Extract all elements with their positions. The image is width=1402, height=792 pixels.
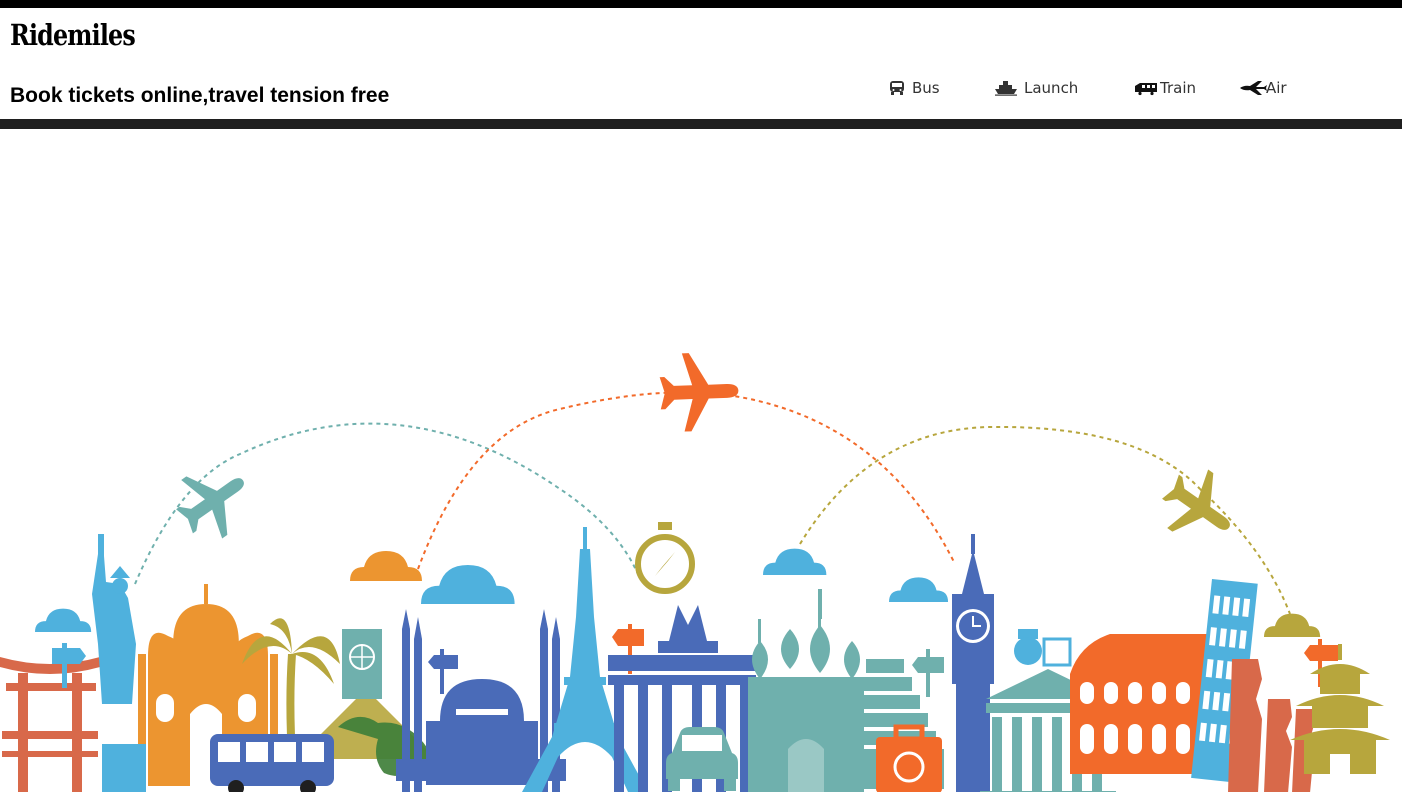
compass-icon xyxy=(635,522,695,594)
torii-gate-landmark xyxy=(0,657,100,792)
airplane-icon xyxy=(658,351,740,433)
nav-item-label: Train xyxy=(1160,79,1196,97)
flight-paths xyxy=(134,391,1291,615)
passport-icon xyxy=(342,629,382,699)
cloud-icon xyxy=(350,551,422,581)
nav-item-bus[interactable]: Bus xyxy=(888,76,940,100)
top-bar xyxy=(0,0,1402,8)
cloud-icon xyxy=(763,548,827,575)
moai-statues-landmark xyxy=(1228,659,1314,792)
signpost-icon xyxy=(912,649,944,697)
nav-item-train[interactable]: Train xyxy=(1134,76,1196,100)
nav-item-label: Launch xyxy=(1024,79,1079,97)
bus-icon xyxy=(210,734,334,792)
airplane-icon xyxy=(1149,457,1250,557)
big-ben-landmark xyxy=(952,534,994,792)
header-divider xyxy=(0,119,1402,129)
bus-icon xyxy=(888,80,906,96)
site-logo[interactable]: Ridemiles xyxy=(10,18,136,52)
site-header: Ridemiles Book tickets online,travel ten… xyxy=(0,8,1402,119)
camera-icon xyxy=(1014,629,1072,667)
nav-item-launch[interactable]: Launch xyxy=(994,76,1078,100)
nav-item-label: Air xyxy=(1266,79,1287,97)
airplane-icon xyxy=(1238,80,1268,96)
cloud-icon xyxy=(421,565,515,604)
cloud-icon xyxy=(35,608,92,632)
cloud-icon xyxy=(1264,613,1321,637)
nav-item-air[interactable]: Air xyxy=(1238,76,1287,100)
nav-item-label: Bus xyxy=(912,79,940,97)
statue-of-liberty-landmark xyxy=(92,534,146,792)
hero-travel-illustration xyxy=(0,129,1402,792)
cloud-icon xyxy=(889,577,949,602)
transport-nav: Bus Launch Train Air xyxy=(0,76,1402,100)
airplane-icon xyxy=(163,451,264,551)
ship-icon xyxy=(994,80,1018,96)
world-landmarks-skyline xyxy=(0,351,1390,792)
train-icon xyxy=(1134,80,1160,96)
